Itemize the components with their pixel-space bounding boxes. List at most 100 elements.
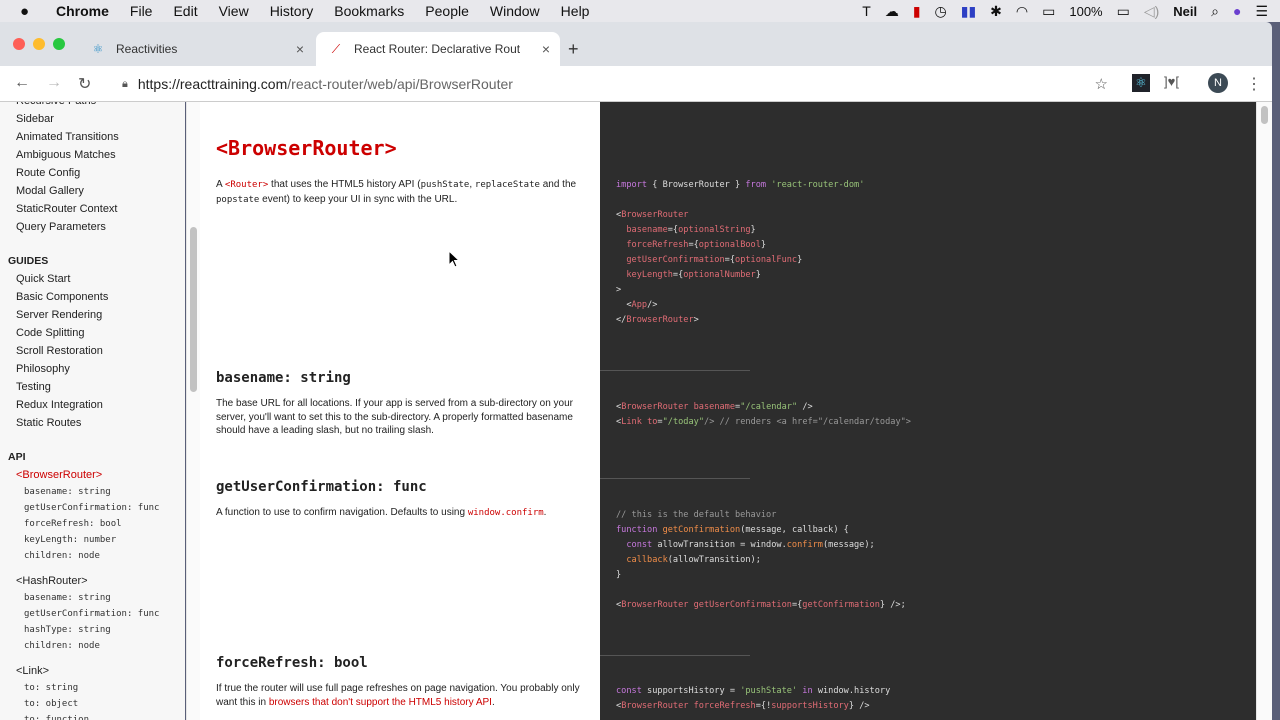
sidebar-heading-guides: GUIDES xyxy=(8,255,49,267)
code-line: import { BrowserRouter } from 'react-rou… xyxy=(616,178,864,193)
sidebar-api-item[interactable]: <BrowserRouter> xyxy=(16,466,184,484)
sidebar-item[interactable]: Route Config xyxy=(16,164,184,182)
sidebar-api-subitem[interactable]: to: object xyxy=(16,696,184,712)
close-tab-icon[interactable]: × xyxy=(542,41,550,57)
bluetooth-icon[interactable]: ✱ xyxy=(990,3,1002,20)
sidebar-item[interactable]: Scroll Restoration xyxy=(16,342,184,360)
sidebar-api-subitem[interactable]: basename: string xyxy=(16,590,184,606)
address-bar[interactable]: 🔒︎ https://reacttraining.com/react-route… xyxy=(110,70,1120,98)
router-link[interactable]: <Router> xyxy=(225,180,268,190)
paint-roller-icon[interactable]: T xyxy=(862,3,871,19)
window-manager-icon[interactable]: ▮▮ xyxy=(961,3,976,20)
code-token: } xyxy=(760,240,767,250)
close-window-button[interactable] xyxy=(13,38,25,50)
sidebar-item[interactable]: Modal Gallery xyxy=(16,182,184,200)
page-scrollbar-thumb[interactable] xyxy=(1261,106,1268,124)
airplay-icon[interactable]: ▭ xyxy=(1042,3,1055,20)
menu-people[interactable]: People xyxy=(425,3,469,19)
sidebar-item[interactable]: Sidebar xyxy=(16,110,184,128)
sidebar-scrollbar[interactable] xyxy=(186,102,200,720)
sidebar-item[interactable]: StaticRouter Context xyxy=(16,200,184,218)
sidebar-item[interactable]: Animated Transitions xyxy=(16,128,184,146)
battery-percent[interactable]: 100% xyxy=(1069,4,1102,19)
notification-center-icon[interactable]: ☰ xyxy=(1255,3,1268,20)
volume-icon[interactable]: ◁) xyxy=(1144,3,1159,20)
menu-help[interactable]: Help xyxy=(561,3,590,19)
code-token: getConfirmation xyxy=(657,525,741,535)
new-tab-button[interactable]: + xyxy=(568,32,579,66)
menu-app-name[interactable]: Chrome xyxy=(56,3,109,19)
text: that uses the HTML5 history API ( xyxy=(268,179,421,190)
page-scrollbar[interactable] xyxy=(1256,102,1272,720)
battery-icon[interactable]: ▭ xyxy=(1117,3,1130,20)
sidebar-api-subitem[interactable]: getUserConfirmation: func xyxy=(16,500,184,516)
sidebar-api-item[interactable]: <HashRouter> xyxy=(16,572,184,590)
sidebar-api-subitem[interactable]: forceRefresh: bool xyxy=(16,516,184,532)
menu-bookmarks[interactable]: Bookmarks xyxy=(334,3,404,19)
code-token: // this is the default behavior xyxy=(616,510,777,520)
sidebar-item[interactable]: Recursive Paths xyxy=(16,102,184,110)
chrome-menu-icon[interactable]: ⋮ xyxy=(1246,74,1262,94)
menu-history[interactable]: History xyxy=(270,3,314,19)
maximize-window-button[interactable] xyxy=(53,38,65,50)
text: and the xyxy=(539,179,577,190)
user-name[interactable]: Neil xyxy=(1173,4,1197,19)
extension-icon[interactable]: ]♥[ xyxy=(1164,74,1179,89)
sidebar-item[interactable]: Redux Integration xyxy=(16,396,184,414)
forward-icon[interactable]: → xyxy=(46,74,62,92)
time-machine-icon[interactable]: ◷ xyxy=(935,3,947,20)
code-examples-panel: import { BrowserRouter } from 'react-rou… xyxy=(600,102,1256,720)
sidebar-api-subitem[interactable]: children: node xyxy=(16,548,184,564)
bookmark-star-icon[interactable]: ☆ xyxy=(1095,75,1108,93)
menu-window[interactable]: Window xyxy=(490,3,540,19)
browser-support-link[interactable]: browsers that don't support the HTML5 hi… xyxy=(269,697,492,708)
tab-react-router[interactable]: ⟋ React Router: Declarative Rout × xyxy=(316,32,560,66)
siri-icon[interactable]: ● xyxy=(1233,3,1241,19)
divider xyxy=(600,478,750,479)
code-token: } xyxy=(755,270,761,280)
sidebar-item[interactable]: Code Splitting xyxy=(16,324,184,342)
code-token: BrowserRouter xyxy=(621,701,689,711)
menu-file[interactable]: File xyxy=(130,3,153,19)
sidebar-scrollbar-thumb[interactable] xyxy=(190,227,197,392)
sidebar-item[interactable]: Server Rendering xyxy=(16,306,184,324)
sidebar-item[interactable]: Ambiguous Matches xyxy=(16,146,184,164)
code-token: ={ xyxy=(667,225,679,235)
sidebar-api-subitem[interactable]: keyLength: number xyxy=(16,532,184,548)
reload-icon[interactable]: ↻ xyxy=(78,74,91,94)
minimize-window-button[interactable] xyxy=(33,38,45,50)
close-tab-icon[interactable]: × xyxy=(296,41,304,57)
cloud-icon[interactable]: ☁ xyxy=(885,3,899,20)
sidebar-api-subitem[interactable]: hashType: string xyxy=(16,622,184,638)
back-icon[interactable]: ← xyxy=(14,74,30,92)
sidebar-item[interactable]: Basic Components xyxy=(16,288,184,306)
sidebar-api-subitem[interactable]: getUserConfirmation: func xyxy=(16,606,184,622)
sidebar-item[interactable]: Query Parameters xyxy=(16,218,184,236)
code-token: /> xyxy=(647,300,658,310)
text: A function to use to confirm navigation.… xyxy=(216,507,468,518)
sidebar-item[interactable]: Testing xyxy=(16,378,184,396)
menu-edit[interactable]: Edit xyxy=(173,3,197,19)
spotlight-search-icon[interactable]: ⌕ xyxy=(1211,3,1219,20)
code-token: optionalNumber xyxy=(683,270,756,280)
profile-avatar[interactable]: N xyxy=(1208,73,1228,93)
sidebar-api-subitem[interactable]: basename: string xyxy=(16,484,184,500)
sidebar-item[interactable]: Static Routes xyxy=(16,414,184,432)
code-token: basename xyxy=(616,225,668,235)
code-token: BrowserRouter xyxy=(621,600,689,610)
sidebar-api-item[interactable]: <Link> xyxy=(16,662,184,680)
apple-menu-icon[interactable]: ● xyxy=(20,3,38,20)
react-devtools-extension-icon[interactable]: ⚛ xyxy=(1132,74,1150,92)
sidebar-api-subitem[interactable]: children: node xyxy=(16,638,184,654)
sidebar-api-subitem[interactable]: to: string xyxy=(16,680,184,696)
sidebar-item[interactable]: Quick Start xyxy=(16,270,184,288)
forcerefresh-heading: forceRefresh: bool xyxy=(216,655,368,671)
sidebar-api-subitem[interactable]: to: function xyxy=(16,712,184,720)
film-icon[interactable]: ▮ xyxy=(913,3,921,20)
wifi-icon[interactable]: ◠ xyxy=(1016,3,1028,20)
tab-reactivities[interactable]: ⚛ Reactivities × xyxy=(78,32,314,66)
code-line: > xyxy=(616,283,864,298)
sidebar-item[interactable]: Philosophy xyxy=(16,360,184,378)
menu-view[interactable]: View xyxy=(219,3,249,19)
code-line: function getConfirmation(message, callba… xyxy=(616,523,906,538)
